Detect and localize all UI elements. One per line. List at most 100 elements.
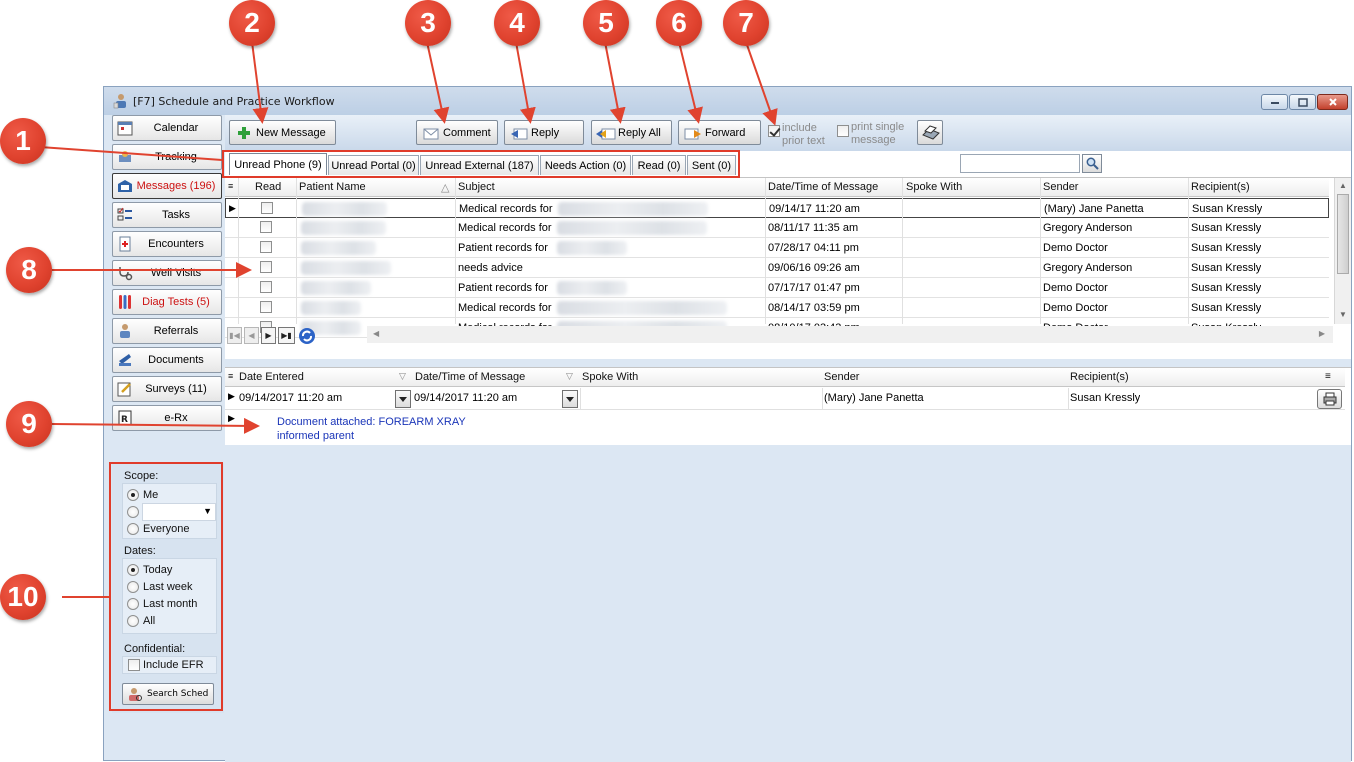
comment-button[interactable]: Comment	[416, 120, 498, 145]
col-subject[interactable]: Subject	[458, 181, 495, 193]
reply-all-button[interactable]: Reply All	[591, 120, 672, 145]
include-prior-text-option[interactable]: include prior text	[768, 122, 828, 148]
date-today-radio[interactable]	[127, 564, 139, 576]
comment-label: Comment	[443, 126, 491, 139]
tracking-icon	[119, 151, 131, 162]
col-detail-datetime[interactable]: Date/Time of Message	[415, 371, 525, 383]
search-button[interactable]	[1082, 154, 1102, 173]
detail-datetime-dropdown[interactable]	[562, 390, 578, 408]
nav-tasks[interactable]: Tasks	[112, 202, 222, 228]
print-single-message-option[interactable]: print single message	[837, 121, 907, 147]
messages-vertical-scrollbar[interactable]: ▲ ▼	[1334, 178, 1351, 324]
scope-custom-radio[interactable]	[127, 506, 139, 518]
search-sched-button[interactable]: Search Sched	[122, 683, 214, 705]
read-checkbox[interactable]	[260, 281, 272, 293]
col-read[interactable]: Read	[255, 181, 281, 193]
scope-select[interactable]: ▼	[142, 503, 216, 521]
scroll-left-icon[interactable]: ◀	[373, 329, 379, 338]
nav-diag-tests[interactable]: Diag Tests (5)	[112, 289, 222, 315]
referrals-icon	[120, 324, 130, 338]
col-sender[interactable]: Sender	[1043, 181, 1078, 193]
maximize-button[interactable]	[1289, 94, 1316, 110]
tab-read[interactable]: Read (0)	[632, 155, 686, 175]
cell-datetime: 09/06/16 09:26 am	[768, 262, 860, 274]
nav-documents[interactable]: Documents	[112, 347, 222, 373]
next-record-button[interactable]: ▶	[261, 327, 276, 344]
table-row[interactable]: Medical records for 08/11/17 11:35 am Greg…	[225, 218, 1329, 238]
detail-row[interactable]: ▶ 09/14/2017 11:20 am 09/14/2017 11:20 a…	[225, 388, 1345, 410]
scroll-down-icon[interactable]: ▼	[1339, 310, 1347, 319]
col-detail-recipients[interactable]: Recipient(s)	[1070, 371, 1129, 383]
reply-button[interactable]: Reply	[504, 120, 584, 145]
nav-tracking[interactable]: Tracking	[112, 144, 222, 170]
read-checkbox[interactable]	[260, 261, 272, 273]
search-input[interactable]	[960, 154, 1080, 173]
table-row[interactable]: Patient records for 07/17/17 01:47 pm Demo…	[225, 278, 1329, 298]
nav-surveys[interactable]: Surveys (11)	[112, 376, 222, 402]
forward-button[interactable]: Forward	[678, 120, 761, 145]
col-detail-spoke-with[interactable]: Spoke With	[582, 371, 638, 383]
column-chooser-icon[interactable]: ≡	[228, 371, 233, 381]
table-row[interactable]: Patient records for 07/28/17 04:11 pm Demo…	[225, 238, 1329, 258]
nav-e-rx[interactable]: R e-Rx	[112, 405, 222, 431]
include-efr-checkbox[interactable]	[128, 659, 140, 672]
tab-needs-action[interactable]: Needs Action (0)	[540, 155, 631, 175]
prev-record-button[interactable]: ◀	[244, 327, 259, 344]
date-all-radio[interactable]	[127, 615, 139, 627]
subject-redacted	[557, 241, 627, 255]
tab-unread-external[interactable]: Unread External (187)	[420, 155, 539, 175]
col-datetime[interactable]: Date/Time of Message	[768, 181, 878, 193]
tab-sent[interactable]: Sent (0)	[687, 155, 736, 175]
date-last-month-label: Last month	[143, 598, 198, 610]
date-last-week-radio[interactable]	[127, 581, 139, 593]
date-last-month-radio[interactable]	[127, 598, 139, 610]
nav-calendar[interactable]: Calendar	[112, 115, 222, 141]
messages-horizontal-scrollbar[interactable]: ◀ ▶	[367, 326, 1333, 343]
first-record-button[interactable]: ▮◀	[227, 327, 242, 344]
include-prior-text-checkbox[interactable]	[768, 125, 780, 138]
scope-everyone-radio[interactable]	[127, 523, 139, 535]
print-detail-button[interactable]	[1317, 389, 1342, 409]
scroll-thumb[interactable]	[1337, 194, 1349, 274]
read-checkbox[interactable]	[260, 241, 272, 253]
detail-sender: (Mary) Jane Panetta	[824, 392, 924, 404]
col-detail-sender[interactable]: Sender	[824, 371, 859, 383]
column-settings-icon[interactable]: ≡	[1325, 371, 1331, 382]
table-row[interactable]: needs advice 09/06/16 09:26 am Gregory And…	[225, 258, 1329, 278]
col-recipients[interactable]: Recipient(s)	[1191, 181, 1250, 193]
read-checkbox[interactable]	[261, 202, 273, 214]
column-chooser-icon[interactable]: ≡	[228, 181, 233, 191]
print-single-line2: message	[851, 134, 896, 146]
nav-messages[interactable]: Messages (196)	[112, 173, 222, 199]
table-row[interactable]: ▶ Medical records for 09/14/17 11:20 am (Ma…	[225, 198, 1329, 218]
close-button[interactable]	[1317, 94, 1348, 110]
table-row[interactable]: Medical records for 08/14/17 03:59 pm Demo…	[225, 298, 1329, 318]
patient-name-redacted	[301, 301, 361, 315]
nav-well-visits[interactable]: Well Visits	[112, 260, 222, 286]
tab-unread-portal[interactable]: Unread Portal (0)	[328, 155, 419, 175]
date-entered-dropdown[interactable]	[395, 390, 411, 408]
col-spoke-with[interactable]: Spoke With	[906, 181, 962, 193]
read-checkbox[interactable]	[260, 301, 272, 313]
refresh-icon[interactable]	[298, 327, 316, 345]
note-line: informed parent	[277, 430, 355, 442]
printer-icon	[1323, 392, 1336, 406]
nav-referrals[interactable]: Referrals	[112, 318, 222, 344]
print-button[interactable]	[917, 120, 943, 145]
surveys-icon	[117, 382, 131, 397]
scroll-up-icon[interactable]: ▲	[1339, 181, 1347, 190]
scroll-right-icon[interactable]: ▶	[1319, 329, 1325, 338]
col-date-entered[interactable]: Date Entered	[239, 371, 304, 383]
filter-icon[interactable]: ▽	[399, 371, 406, 382]
subject-redacted	[557, 281, 627, 295]
scope-me-radio[interactable]	[127, 489, 139, 501]
filter-icon[interactable]: ▽	[566, 371, 573, 382]
print-single-message-checkbox[interactable]	[837, 125, 849, 138]
new-message-button[interactable]: New Message	[229, 120, 336, 145]
last-record-button[interactable]: ▶▮	[278, 327, 295, 344]
minimize-button[interactable]	[1261, 94, 1288, 110]
read-checkbox[interactable]	[260, 221, 272, 233]
nav-encounters[interactable]: Encounters	[112, 231, 222, 257]
tab-unread-phone[interactable]: Unread Phone (9)	[229, 153, 327, 175]
col-patient-name[interactable]: Patient Name	[299, 181, 366, 193]
